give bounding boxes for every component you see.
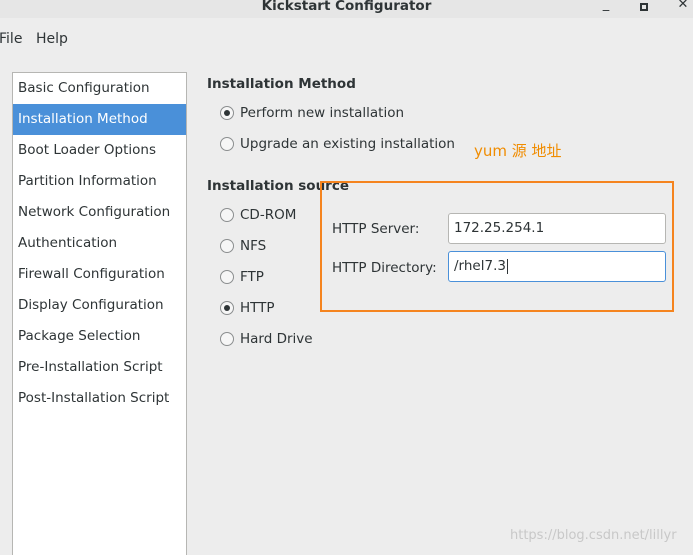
sidebar-item-firewall-configuration[interactable]: Firewall Configuration <box>13 259 186 290</box>
sidebar-item-post-installation-script[interactable]: Post-Installation Script <box>13 383 186 414</box>
maximize-icon <box>640 3 648 11</box>
radio-source-ftp[interactable]: FTP <box>220 269 264 285</box>
installation-method-heading: Installation Method <box>207 76 356 92</box>
sidebar-item-network-configuration[interactable]: Network Configuration <box>13 197 186 228</box>
sidebar-item-basic-configuration[interactable]: Basic Configuration <box>13 73 186 104</box>
radio-label: CD-ROM <box>240 207 297 223</box>
close-button[interactable]: ✕ <box>675 0 691 12</box>
sidebar-item-authentication[interactable]: Authentication <box>13 228 186 259</box>
sidebar-item-package-selection[interactable]: Package Selection <box>13 321 186 352</box>
text-caret <box>506 258 508 274</box>
radio-indicator[interactable] <box>220 270 234 284</box>
http-server-label: HTTP Server: <box>332 221 420 237</box>
radio-source-hard-drive[interactable]: Hard Drive <box>220 331 313 347</box>
radio-label: Perform new installation <box>240 105 405 121</box>
sidebar-item-partition-information[interactable]: Partition Information <box>13 166 186 197</box>
sidebar-item-installation-method[interactable]: Installation Method <box>13 104 186 135</box>
radio-label: HTTP <box>240 300 275 316</box>
http-settings-highlight <box>320 181 674 312</box>
minimize-button[interactable]: _ <box>598 0 614 12</box>
radio-indicator[interactable] <box>220 239 234 253</box>
menu-help[interactable]: Help <box>36 31 68 47</box>
radio-indicator[interactable] <box>220 301 234 315</box>
menu-bar: File Help <box>0 28 693 52</box>
sidebar-item-pre-installation-script[interactable]: Pre-Installation Script <box>13 352 186 383</box>
sidebar: Basic Configuration Installation Method … <box>12 72 187 555</box>
radio-label: NFS <box>240 238 267 254</box>
radio-indicator[interactable] <box>220 106 234 120</box>
radio-source-http[interactable]: HTTP <box>220 300 275 316</box>
window-title: Kickstart Configurator <box>261 0 432 14</box>
radio-indicator[interactable] <box>220 208 234 222</box>
menu-file[interactable]: File <box>0 31 22 47</box>
title-bar: Kickstart Configurator _ ✕ <box>0 0 693 18</box>
sidebar-item-boot-loader-options[interactable]: Boot Loader Options <box>13 135 186 166</box>
annotation-text: yum 源 地址 <box>474 142 562 160</box>
http-directory-label: HTTP Directory: <box>332 260 437 276</box>
radio-indicator[interactable] <box>220 332 234 346</box>
http-server-input[interactable]: 172.25.254.1 <box>448 213 666 244</box>
maximize-button[interactable] <box>636 0 652 15</box>
sidebar-item-display-configuration[interactable]: Display Configuration <box>13 290 186 321</box>
watermark: https://blog.csdn.net/lillyr <box>510 528 677 543</box>
radio-new-installation[interactable]: Perform new installation <box>220 105 404 121</box>
radio-indicator[interactable] <box>220 137 234 151</box>
radio-label: Upgrade an existing installation <box>240 136 455 152</box>
radio-upgrade-installation[interactable]: Upgrade an existing installation <box>220 136 455 152</box>
radio-source-nfs[interactable]: NFS <box>220 238 266 254</box>
radio-label: Hard Drive <box>240 331 313 347</box>
radio-label: FTP <box>240 269 264 285</box>
http-directory-value: /rhel7.3 <box>454 258 506 274</box>
radio-source-cdrom[interactable]: CD-ROM <box>220 207 296 223</box>
http-directory-input[interactable]: /rhel7.3 <box>448 251 666 282</box>
